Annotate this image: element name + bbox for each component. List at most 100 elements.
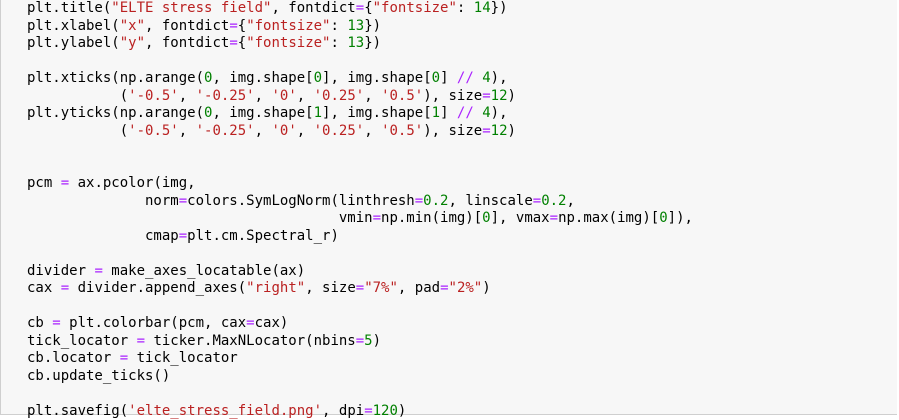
code-token: 13 <box>347 18 364 34</box>
code-token: , img.shape[ <box>212 70 313 86</box>
code-line: cb.update_ticks() <box>27 368 693 386</box>
code-token: ax.pcolor(img, <box>69 175 195 191</box>
code-token: cmap <box>27 228 179 244</box>
code-token: vmin <box>27 210 373 226</box>
code-token: '-0.25' <box>196 123 255 139</box>
code-token: np.min(img)[ <box>381 210 482 226</box>
code-token: = <box>137 333 145 349</box>
code-token: , img.shape[ <box>212 105 313 121</box>
code-line: cb.locator = tick_locator <box>27 350 693 368</box>
code-token: '0' <box>271 88 296 104</box>
code-token: "x" <box>120 18 145 34</box>
code-token: divider <box>27 263 94 279</box>
code-token: cax) <box>255 315 289 331</box>
code-line: norm=colors.SymLogNorm(linthresh=0.2, li… <box>27 193 693 211</box>
code-token: : <box>330 18 347 34</box>
code-token: colors.SymLogNorm(linthresh <box>187 193 415 209</box>
code-token: { <box>238 18 246 34</box>
code-token: = <box>179 228 187 244</box>
code-token: = <box>482 123 490 139</box>
code-line: ('-0.5', '-0.25', '0', '0.25', '0.5'), s… <box>27 88 693 106</box>
code-token: make_axes_locatable(ax) <box>103 263 305 279</box>
code-cell[interactable]: plt.title("ELTE stress field", fontdict=… <box>0 0 897 415</box>
code-token: ) <box>373 333 381 349</box>
code-token: ), <box>491 105 508 121</box>
code-token: ) <box>398 403 406 419</box>
code-token: = <box>440 280 448 296</box>
code-token: np.max(img)[ <box>558 210 659 226</box>
code-token: , linscale <box>448 193 532 209</box>
code-token: cax <box>27 280 61 296</box>
code-token: // <box>457 105 474 121</box>
code-token: plt.ylabel( <box>27 35 120 51</box>
code-token: 1 <box>314 105 322 121</box>
code-token: = <box>533 193 541 209</box>
code-token: = <box>94 263 102 279</box>
code-line: plt.ylabel("y", fontdict={"fontsize": 13… <box>27 35 693 53</box>
code-line: vmin=np.min(img)[0], vmax=np.max(img)[0]… <box>27 210 693 228</box>
code-line <box>27 385 693 403</box>
code-token: "y" <box>120 35 145 51</box>
code-token: ) <box>508 88 516 104</box>
code-token: : <box>457 0 474 16</box>
code-token: 14 <box>474 0 491 16</box>
code-token: '0' <box>271 123 296 139</box>
code-token: "fontsize" <box>246 35 330 51</box>
code-token: plt.savefig( <box>27 403 128 419</box>
code-token: = <box>356 280 364 296</box>
code-token: 4 <box>482 105 490 121</box>
code-token: ), size <box>423 88 482 104</box>
code-token: plt.title( <box>27 0 111 16</box>
code-token: : <box>330 35 347 51</box>
code-line: plt.xlabel("x", fontdict={"fontsize": 13… <box>27 18 693 36</box>
code-token: plt.colorbar(pcm, cax <box>61 315 246 331</box>
code-token: '0.5' <box>381 88 423 104</box>
code-token: = <box>61 280 69 296</box>
code-token: = <box>373 210 381 226</box>
code-token: }) <box>364 18 381 34</box>
code-token: ), <box>491 70 508 86</box>
code-token: '-0.5' <box>128 123 179 139</box>
code-line: cmap=plt.cm.Spectral_r) <box>27 228 693 246</box>
code-token: 13 <box>347 35 364 51</box>
code-token: "2%" <box>449 280 483 296</box>
code-token: = <box>364 403 372 419</box>
code-token: , <box>297 88 314 104</box>
code-token: ) <box>482 280 490 296</box>
code-token: = <box>356 0 364 16</box>
code-token: cb.locator <box>27 350 120 366</box>
code-token: 0 <box>432 70 440 86</box>
code-editor[interactable]: plt.title("ELTE stress field", fontdict=… <box>27 0 693 420</box>
code-token: = <box>246 315 254 331</box>
code-token: pcm <box>27 175 61 191</box>
code-token: 0 <box>482 210 490 226</box>
code-token: = <box>550 210 558 226</box>
code-token: , <box>255 123 272 139</box>
code-token: plt.cm.Spectral_r) <box>187 228 339 244</box>
code-token: , fontdict <box>145 18 229 34</box>
code-token: '0.5' <box>381 123 423 139</box>
code-token: , <box>567 193 575 209</box>
code-line: plt.savefig('elte_stress_field.png', dpi… <box>27 403 693 420</box>
code-token: ] <box>440 70 457 86</box>
code-token: ticker.MaxNLocator(nbins <box>145 333 356 349</box>
code-token: // <box>457 70 474 86</box>
code-token: ] <box>440 105 457 121</box>
code-token: { <box>364 0 372 16</box>
code-token: 'elte_stress_field.png' <box>128 403 322 419</box>
code-token: , size <box>305 280 356 296</box>
code-token: '-0.25' <box>196 88 255 104</box>
code-token: '0.25' <box>314 123 365 139</box>
code-line: plt.yticks(np.arange(0, img.shape[1], im… <box>27 105 693 123</box>
code-token: , fontdict <box>145 35 229 51</box>
code-line <box>27 245 693 263</box>
code-token: tick_locator <box>128 350 238 366</box>
code-token: "right" <box>246 280 305 296</box>
code-token: plt.xlabel( <box>27 18 120 34</box>
code-token: ( <box>27 88 128 104</box>
code-line: cax = divider.append_axes("right", size=… <box>27 280 693 298</box>
code-token: 0.2 <box>423 193 448 209</box>
code-line: cb = plt.colorbar(pcm, cax=cax) <box>27 315 693 333</box>
code-token: = <box>61 175 69 191</box>
code-token: 12 <box>491 123 508 139</box>
